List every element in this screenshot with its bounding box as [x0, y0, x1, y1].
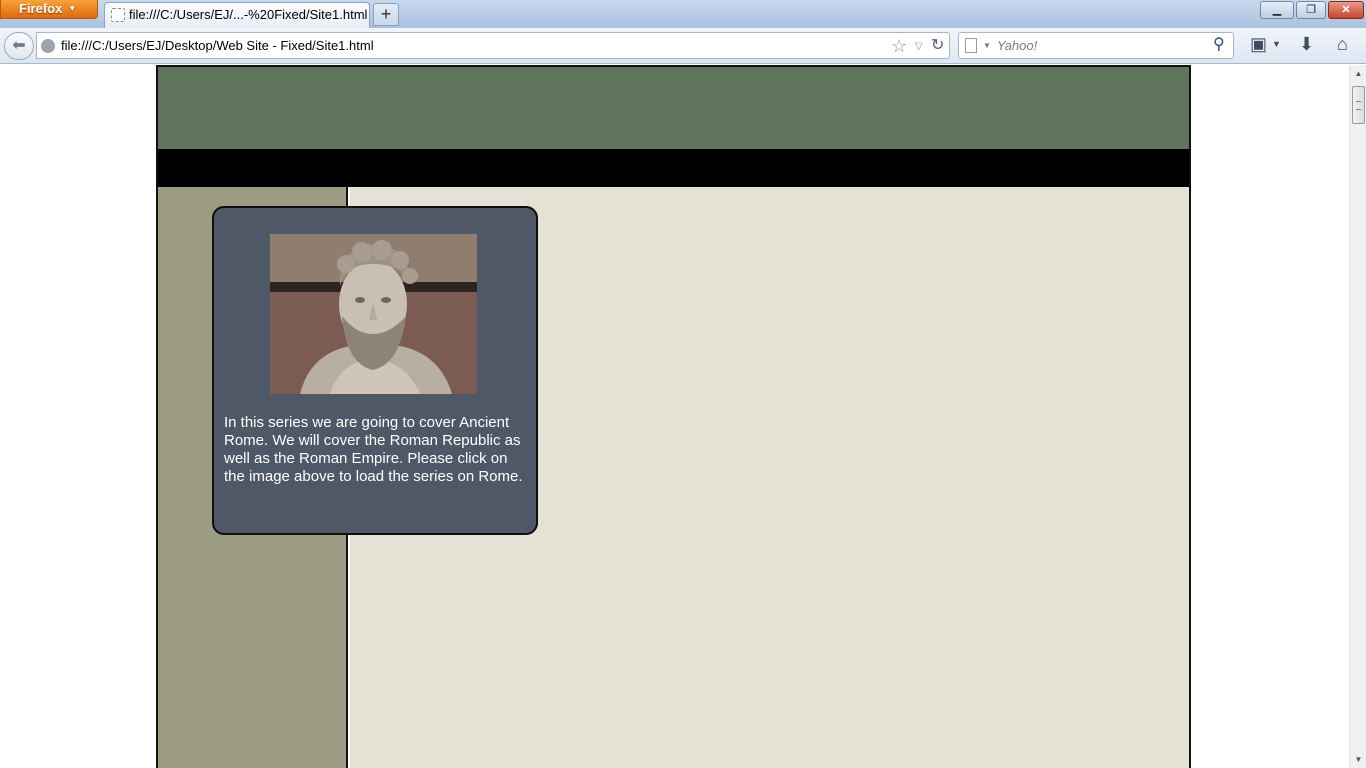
scroll-down-icon[interactable]: ▼ [1350, 751, 1366, 768]
search-input[interactable]: Yahoo! [997, 33, 1037, 59]
tab-site1[interactable]: file:///C:/Users/EJ/...-%20Fixed/Site1.h… [104, 2, 370, 28]
menu-caret-icon: ▼ [68, 4, 77, 13]
page-icon [111, 8, 125, 22]
rome-series-card: In this series we are going to cover Anc… [212, 206, 538, 535]
bookmarks-dropdown-icon[interactable]: ▼ [1272, 33, 1281, 55]
page-viewport: In this series we are going to cover Anc… [0, 65, 1349, 768]
scroll-up-icon[interactable]: ▲ [1350, 65, 1366, 82]
new-tab-button[interactable]: + [373, 3, 399, 26]
firefox-menu-label: Firefox [19, 1, 63, 16]
new-tab-label: + [380, 4, 392, 24]
bookmarks-icon[interactable]: ▣ [1250, 33, 1267, 55]
reload-icon[interactable]: ↻ [931, 36, 944, 56]
star-icon[interactable]: ☆ [891, 36, 907, 56]
download-arrow-icon[interactable]: ⬇ [1299, 33, 1314, 55]
roman-bust-drawing [270, 234, 477, 394]
site-header [158, 67, 1189, 149]
history-dropdown-icon[interactable]: ▽ [915, 38, 923, 56]
globe-icon [41, 39, 55, 53]
home-icon[interactable]: ⌂ [1337, 33, 1348, 55]
magnifier-icon[interactable]: ⚲ [1213, 35, 1225, 55]
site-nav-strip [158, 149, 1189, 187]
close-button[interactable]: ✕ [1328, 1, 1364, 19]
minimize-button[interactable]: ▁ [1260, 1, 1294, 19]
search-engine-icon[interactable] [965, 38, 977, 53]
url-text[interactable]: file:///C:/Users/EJ/Desktop/Web Site - F… [61, 33, 374, 59]
title-bar: Firefox ▼ file:///C:/Users/EJ/...-%20Fixe… [0, 0, 1366, 28]
firefox-menu-button[interactable]: Firefox ▼ [0, 0, 98, 19]
scrollbar-thumb[interactable] [1352, 86, 1365, 124]
search-bar[interactable]: ▼ Yahoo! ⚲ [958, 32, 1234, 59]
vertical-scrollbar[interactable]: ▲ ▼ [1349, 65, 1366, 768]
search-engine-dropdown-icon[interactable]: ▼ [983, 38, 991, 54]
url-bar[interactable]: file:///C:/Users/EJ/Desktop/Web Site - F… [36, 32, 950, 59]
series-description: In this series we are going to cover Anc… [224, 414, 523, 485]
tab-title: file:///C:/Users/EJ/...-%20Fixed/Site1.h… [129, 7, 368, 22]
restore-button[interactable]: ❐ [1296, 1, 1326, 19]
back-arrow-icon[interactable]: ⬅ [4, 32, 34, 60]
navigation-toolbar: ⬅ file:///C:/Users/EJ/Desktop/Web Site -… [0, 28, 1366, 64]
roman-bust-image[interactable] [270, 234, 477, 394]
